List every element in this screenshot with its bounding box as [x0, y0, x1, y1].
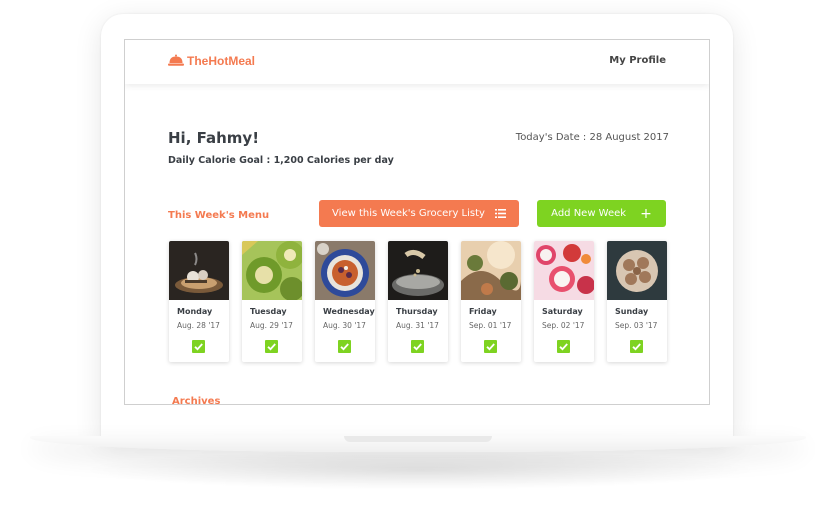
meal-photo: [534, 241, 594, 300]
day-card-thursday[interactable]: Thursday Aug. 31 '17: [388, 241, 448, 362]
day-card-wednesday[interactable]: Wednesday Aug. 30 '17: [315, 241, 375, 362]
day-name: Monday: [177, 307, 213, 316]
day-card-friday[interactable]: Friday Sep. 01 '17: [461, 241, 521, 362]
day-date: Aug. 28 '17: [177, 321, 220, 330]
meal-photo: [242, 241, 302, 300]
grocery-list-button[interactable]: View this Week's Grocery Listy: [319, 200, 519, 227]
brand-name: TheHotMeal: [187, 54, 256, 68]
meal-photo: [607, 241, 667, 300]
day-card-saturday[interactable]: Saturday Sep. 02 '17: [534, 241, 594, 362]
add-week-label: Add New Week: [551, 208, 627, 219]
day-date: Sep. 03 '17: [615, 321, 658, 330]
meal-photo: [461, 241, 521, 300]
checkmark-icon[interactable]: [338, 340, 351, 353]
checkmark-icon[interactable]: [557, 340, 570, 353]
day-date: Sep. 01 '17: [469, 321, 512, 330]
meal-photo: [388, 241, 448, 300]
today-date: Today's Date : 28 August 2017: [515, 132, 669, 143]
day-name: Thursday: [396, 307, 438, 316]
grocery-button-label: View this Week's Grocery Listy: [332, 208, 485, 219]
brand-logo[interactable]: TheHotMeal: [168, 54, 255, 68]
checkmark-icon[interactable]: [265, 340, 278, 353]
day-card-sunday[interactable]: Sunday Sep. 03 '17: [607, 241, 667, 362]
my-profile-link[interactable]: My Profile: [609, 55, 666, 66]
day-card-tuesday[interactable]: Tuesday Aug. 29 '17: [242, 241, 302, 362]
day-name: Saturday: [542, 307, 583, 316]
day-name: Wednesday: [323, 307, 375, 316]
cloche-icon: [168, 54, 184, 66]
app-screen: TheHotMeal My Profile Hi, Fahmy! Daily C…: [124, 39, 710, 405]
add-new-week-button[interactable]: Add New Week +: [537, 200, 666, 227]
day-date: Aug. 30 '17: [323, 321, 366, 330]
checkmark-icon[interactable]: [411, 340, 424, 353]
weekly-menu-title: This Week's Menu: [168, 210, 270, 221]
checkmark-icon[interactable]: [484, 340, 497, 353]
laptop-notch: [344, 436, 492, 442]
calorie-goal-text: Daily Calorie Goal : 1,200 Calories per …: [168, 155, 394, 166]
plus-icon: +: [640, 205, 652, 222]
day-date: Aug. 31 '17: [396, 321, 439, 330]
greeting-heading: Hi, Fahmy!: [168, 129, 260, 147]
laptop-shadow: [80, 450, 760, 490]
meal-photo: [315, 241, 375, 300]
day-date: Aug. 29 '17: [250, 321, 293, 330]
checkmark-icon[interactable]: [630, 340, 643, 353]
list-icon: [494, 209, 506, 218]
meal-photo: [169, 241, 229, 300]
day-card-monday[interactable]: Monday Aug. 28 '17: [169, 241, 229, 362]
top-navbar: TheHotMeal My Profile: [125, 40, 709, 84]
archives-title: Archives: [172, 396, 221, 405]
checkmark-icon[interactable]: [192, 340, 205, 353]
day-name: Sunday: [615, 307, 649, 316]
day-date: Sep. 02 '17: [542, 321, 585, 330]
day-name: Tuesday: [250, 307, 287, 316]
day-name: Friday: [469, 307, 497, 316]
